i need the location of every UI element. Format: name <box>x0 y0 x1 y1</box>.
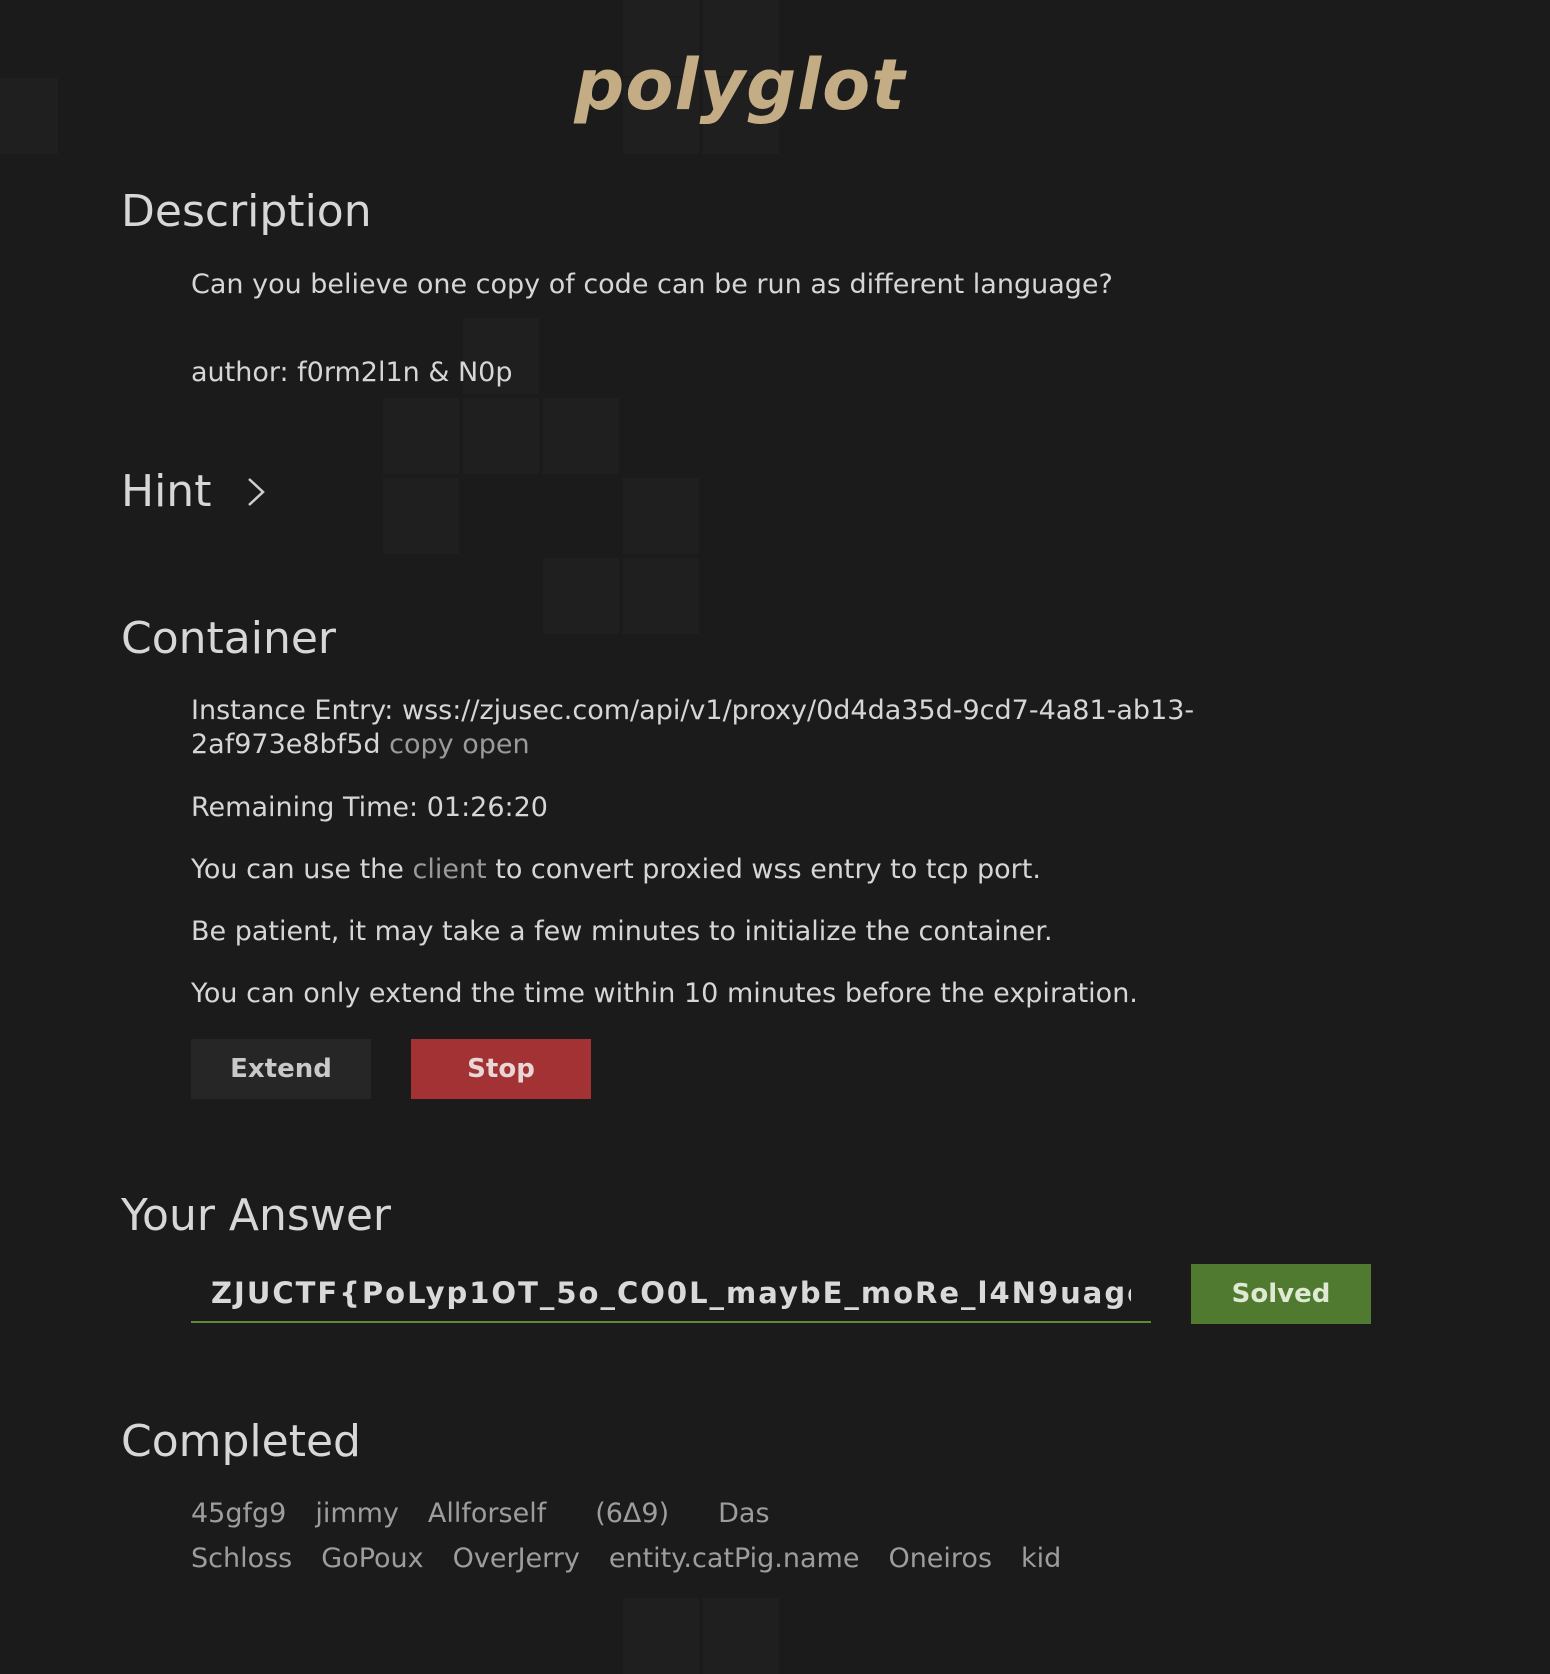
completed-user[interactable]: kid <box>1021 1536 1061 1581</box>
client-note-prefix: You can use the <box>191 854 413 885</box>
instance-entry-url-cont: 2af973e8bf5d <box>191 729 381 760</box>
container-heading: Container <box>121 613 337 664</box>
answer-heading: Your Answer <box>121 1190 391 1241</box>
remaining-time-value: 01:26:20 <box>426 792 548 823</box>
description-text: Can you believe one copy of code can be … <box>191 269 1113 300</box>
challenge-page: polyglot Description Can you believe one… <box>0 0 1550 1642</box>
instance-entry-label: Instance Entry: <box>191 695 402 726</box>
client-link[interactable]: client <box>412 854 486 885</box>
copy-link[interactable]: copy <box>389 729 453 760</box>
completed-user[interactable]: jimmy <box>315 1491 399 1536</box>
remaining-time: Remaining Time: 01:26:20 <box>191 791 548 825</box>
completed-user[interactable]: OverJerry <box>453 1536 580 1581</box>
completed-user[interactable]: 45gfg9 <box>191 1491 286 1536</box>
completed-user[interactable]: Oneiros <box>888 1536 992 1581</box>
client-note: You can use the client to convert proxie… <box>191 853 1041 887</box>
hint-toggle[interactable]: Hint <box>121 470 267 514</box>
extend-note: You can only extend the time within 10 m… <box>191 978 1138 1009</box>
client-note-suffix: to convert proxied wss entry to tcp port… <box>486 854 1041 885</box>
chevron-right-icon <box>248 478 266 506</box>
completed-user[interactable]: GoPoux <box>321 1536 423 1581</box>
stop-button[interactable]: Stop <box>411 1039 591 1099</box>
remaining-time-label: Remaining Time: <box>191 792 427 823</box>
open-link[interactable]: open <box>462 729 529 760</box>
extend-button[interactable]: Extend <box>191 1039 371 1099</box>
patience-note: Be patient, it may take a few minutes to… <box>191 916 1053 947</box>
completed-user[interactable]: Das <box>718 1491 769 1536</box>
hint-heading: Hint <box>121 466 212 517</box>
instance-entry-url: wss://zjusec.com/api/v1/proxy/0d4da35d-9… <box>401 695 1195 726</box>
completed-user[interactable]: entity.catPig.name <box>609 1536 860 1581</box>
instance-entry: Instance Entry: wss://zjusec.com/api/v1/… <box>191 694 1241 762</box>
challenge-title: polyglot <box>574 44 906 126</box>
completed-user[interactable]: (6Δ9) <box>595 1491 669 1536</box>
author-text: author: f0rm2l1n & N0p <box>191 357 513 388</box>
completed-user[interactable]: Schloss <box>191 1536 292 1581</box>
completed-user-list: 45gfg9 jimmy Allforself (6Δ9) Das Schloss GoP… <box>191 1491 1391 1581</box>
description-heading: Description <box>121 186 372 237</box>
completed-heading: Completed <box>121 1416 361 1467</box>
flag-input[interactable] <box>191 1265 1151 1323</box>
solved-button[interactable]: Solved <box>1191 1264 1371 1324</box>
completed-user[interactable]: Allforself <box>428 1491 546 1536</box>
